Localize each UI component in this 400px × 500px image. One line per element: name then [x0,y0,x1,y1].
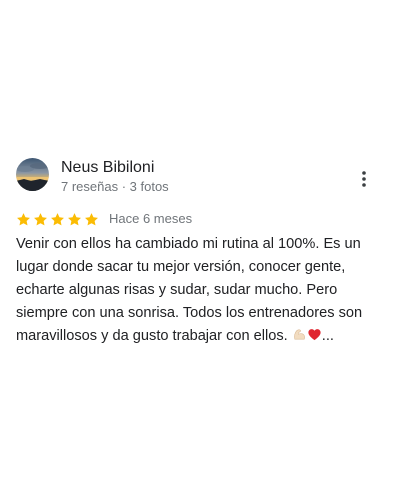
star-icon [34,212,47,225]
flexed-biceps-icon [292,327,307,350]
review-text-line: Venir con ellos ha cambiado mi rutina al… [16,236,361,252]
star-icon [85,212,98,225]
red-heart-icon [307,327,322,350]
review-text-line: maravillosos y da gusto trabajar con ell… [16,328,292,344]
more-options-button[interactable] [352,167,376,191]
author-meta: 7 reseñas · 3 fotos [61,179,169,194]
star-icon [68,212,81,225]
review-text-line: echarte algunas risas y sudar, sudar muc… [16,282,338,298]
review-card: Neus Bibiloni 7 reseñas · 3 fotos Hace 6… [0,0,400,500]
review-text: Venir con ellos ha cambiado mi rutina al… [16,233,388,350]
review-date: Hace 6 meses [109,211,193,226]
review-text-line: lugar donde sacar tu mejor versión, cono… [16,259,346,275]
avatar[interactable] [16,158,49,191]
rating-row: Hace 6 meses [16,210,192,228]
star-rating [16,212,99,227]
star-icon [17,212,30,225]
read-more-ellipsis[interactable]: ... [322,328,334,344]
star-icon [51,212,64,225]
more-vert-icon [362,171,366,187]
author-name[interactable]: Neus Bibiloni [61,158,154,178]
review-text-last-line: maravillosos y da gusto trabajar con ell… [16,325,388,350]
review-text-line: siempre con una sonrisa. Todos los entre… [16,305,363,321]
